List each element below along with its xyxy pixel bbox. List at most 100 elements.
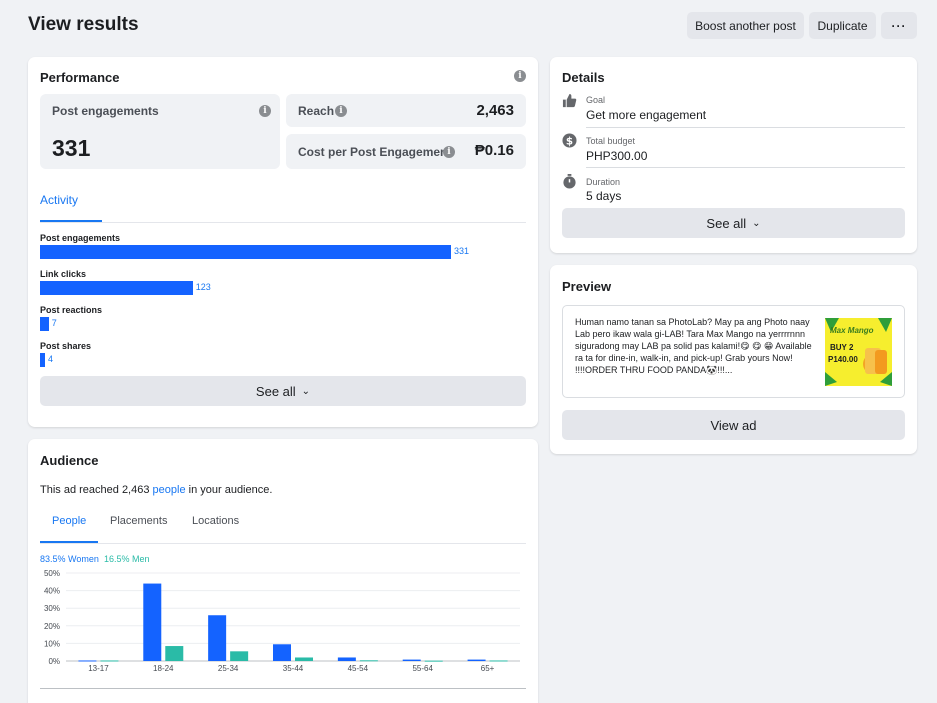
performance-title: Performance: [40, 70, 120, 85]
ad-text: Human namo tanan sa PhotoLab? May pa ang…: [575, 317, 812, 375]
chart-bar: [402, 659, 421, 661]
view-ad-label: View ad: [710, 417, 757, 433]
x-tick-label: 55-64: [412, 664, 433, 673]
stopwatch-icon: [562, 174, 577, 189]
activity-value: 123: [195, 282, 211, 292]
see-all-label: See all: [255, 383, 296, 399]
reach-value: 2,463: [476, 102, 514, 119]
divider: [40, 688, 526, 689]
cost-per-engagement-metric: Cost per Post Engagement i ₱0.16: [286, 134, 526, 169]
thumb-brand: Max Mango: [830, 326, 874, 335]
tab-placements[interactable]: Placements: [110, 515, 167, 527]
duration-label: Duration: [586, 177, 621, 187]
tab-people[interactable]: People: [52, 515, 86, 527]
thumb-price: P140.00: [828, 355, 858, 364]
activity-value: 331: [454, 246, 470, 256]
cost-per-engagement-value: ₱0.16: [474, 142, 514, 159]
details-card: Details Goal Get more engagement $ Total…: [550, 57, 917, 253]
activity-label: Post engagements: [40, 233, 121, 243]
chart-bar: [273, 644, 291, 661]
svg-text:$: $: [566, 135, 573, 147]
info-icon[interactable]: i: [259, 105, 271, 117]
y-tick-label: 40%: [44, 587, 60, 596]
reach-suffix: in your audience.: [185, 484, 273, 496]
ad-preview[interactable]: Human namo tanan sa PhotoLab? May pa ang…: [562, 305, 905, 398]
duplicate-button[interactable]: Duplicate: [809, 12, 876, 39]
men-legend: 16.5% Men: [104, 554, 150, 564]
y-tick-label: 30%: [44, 604, 60, 613]
chart-bar: [295, 657, 313, 661]
info-icon[interactable]: i: [335, 105, 347, 117]
reach-metric: Reach i 2,463: [286, 94, 526, 127]
age-gender-chart: 0% 10% 20% 30% 40% 50% 13-17 18-24 25-34 35-44 45-…: [44, 569, 520, 673]
tab-activity[interactable]: Activity: [40, 193, 78, 207]
goal-label: Goal: [586, 95, 606, 105]
chart-bar: [424, 660, 443, 662]
audience-title: Audience: [40, 453, 99, 468]
chart-bar: [337, 657, 356, 661]
budget-value: PHP300.00: [586, 149, 648, 163]
thumbs-up-icon: [562, 93, 577, 108]
x-tick-label: 18-24: [153, 664, 174, 673]
info-icon[interactable]: i: [514, 70, 526, 82]
activity-bar: [40, 281, 193, 295]
preview-title: Preview: [562, 279, 612, 294]
audience-card: Audience This ad reached 2,463 people in…: [28, 439, 538, 703]
divider: [586, 127, 905, 128]
audience-reach-text: This ad reached 2,463 people in your aud…: [40, 484, 272, 496]
details-see-all-button[interactable]: See all ⌄: [562, 208, 905, 238]
tab-locations[interactable]: Locations: [192, 515, 239, 527]
performance-card: Performance i Post engagements i 331 Rea…: [28, 57, 538, 427]
preview-card: Preview Human namo tanan sa PhotoLab? Ma…: [550, 265, 917, 454]
activity-label: Post reactions: [40, 305, 103, 315]
y-tick-label: 20%: [44, 622, 60, 631]
top-bar: View results Boost another post Duplicat…: [0, 0, 937, 50]
ad-thumbnail: Max Mango BUY 2 P140.00: [825, 318, 892, 386]
duration-value: 5 days: [586, 189, 622, 203]
y-tick-label: 10%: [44, 639, 60, 648]
reach-label: Reach: [298, 104, 335, 118]
budget-label: Total budget: [586, 136, 636, 146]
boost-another-post-button[interactable]: Boost another post: [687, 12, 804, 39]
performance-see-all-button[interactable]: See all ⌄: [40, 376, 526, 406]
see-all-label: See all: [706, 215, 747, 231]
view-ad-button[interactable]: View ad: [562, 410, 905, 440]
chart-bar: [143, 583, 162, 661]
y-tick-label: 50%: [44, 569, 60, 578]
post-engagements-value: 331: [52, 135, 91, 161]
activity-value: 7: [51, 318, 57, 328]
cost-per-engagement-label: Cost per Post Engagement: [298, 145, 452, 159]
details-title: Details: [562, 70, 605, 85]
chart-bar: [78, 660, 97, 662]
post-engagements-label: Post engagements: [52, 104, 159, 118]
women-legend: 83.5% Women: [40, 554, 99, 564]
chart-bar: [230, 651, 249, 661]
activity-bar: [40, 317, 49, 331]
chart-bar: [100, 660, 119, 662]
people-link[interactable]: people: [153, 484, 186, 496]
activity-bar: [40, 245, 451, 259]
y-tick-label: 0%: [48, 657, 60, 666]
x-tick-label: 45-54: [348, 664, 369, 673]
chevron-down-icon: ⌄: [301, 385, 311, 397]
chart-bar: [359, 660, 378, 662]
post-engagements-metric: Post engagements i 331: [40, 94, 280, 169]
more-options-button[interactable]: ···: [881, 12, 917, 39]
dollar-icon: $: [562, 133, 577, 148]
chevron-down-icon: ⌄: [752, 217, 761, 229]
info-icon[interactable]: i: [443, 146, 455, 158]
activity-bar: [40, 353, 45, 367]
x-tick-label: 35-44: [283, 664, 304, 673]
chart-bar: [467, 659, 486, 661]
x-tick-label: 65+: [481, 664, 495, 673]
goal-value: Get more engagement: [586, 108, 707, 122]
activity-label: Link clicks: [40, 269, 87, 279]
tab-divider: [40, 222, 526, 223]
x-tick-label: 13-17: [88, 664, 109, 673]
activity-value: 4: [47, 354, 53, 364]
thumb-offer: BUY 2: [830, 343, 854, 352]
divider: [586, 167, 905, 168]
chart-bar: [489, 660, 508, 662]
chart-bar: [208, 615, 227, 661]
tab-divider: [40, 543, 526, 544]
